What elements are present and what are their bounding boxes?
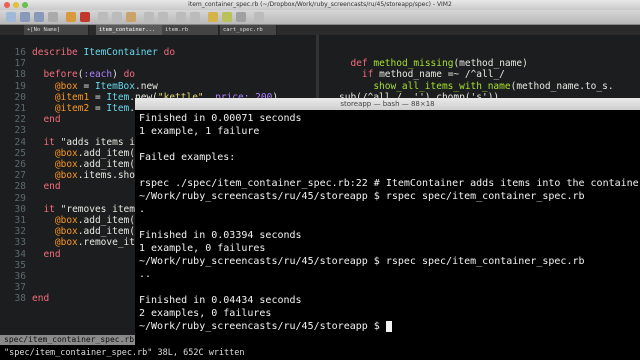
window-title: item_container_spec.rb (~/Dropbox/Work/r… xyxy=(188,1,452,8)
terminal-output[interactable]: Finished in 0.00071 seconds 1 example, 1 … xyxy=(139,112,640,346)
line-number: 23 xyxy=(14,125,26,137)
line-number: 36 xyxy=(14,271,26,282)
code-line[interactable]: @box.items.shou xyxy=(32,170,141,181)
code-line[interactable]: it "removes item xyxy=(32,204,135,215)
help-icon[interactable] xyxy=(254,12,264,22)
terminal-line: ~/Work/ruby_screencasts/ru/45/storeapp $… xyxy=(139,191,585,202)
code-line[interactable]: before(:each) do xyxy=(32,69,135,80)
line-number: 34 xyxy=(14,248,26,260)
code-line[interactable]: @box.add_item(@ xyxy=(32,148,141,159)
line-number: 19 xyxy=(14,80,26,92)
code-line[interactable]: end xyxy=(32,293,49,304)
terminal-line: Failed examples: xyxy=(139,152,236,163)
line-number: 31 xyxy=(14,215,26,226)
find-icon[interactable] xyxy=(144,12,154,22)
code-line[interactable]: end xyxy=(32,249,60,260)
terminal-line: . xyxy=(139,204,146,215)
copy-icon[interactable] xyxy=(112,12,122,22)
code-line[interactable]: @box = ItemBox.new xyxy=(32,81,158,92)
next-icon[interactable] xyxy=(190,12,200,22)
code-line[interactable]: end xyxy=(32,114,60,125)
line-number: 22 xyxy=(14,114,26,126)
line-number: 25 xyxy=(14,147,26,159)
code-line[interactable]: @box.remove_ite xyxy=(32,237,141,248)
terminal-line: Finished in 0.00071 seconds xyxy=(139,113,302,124)
line-number: 29 xyxy=(14,192,26,204)
save-icon[interactable] xyxy=(20,12,30,22)
line-number: 33 xyxy=(14,237,26,249)
line-number: 35 xyxy=(14,259,26,271)
print-icon[interactable] xyxy=(48,12,58,22)
code-line[interactable]: @box.add_item(@ xyxy=(32,226,141,237)
code-line[interactable]: @box.add_item(@ xyxy=(32,215,141,226)
find-replace-icon[interactable] xyxy=(158,12,168,22)
line-number: 38 xyxy=(14,293,26,305)
tab-cart-spec[interactable]: cart_spec.rb xyxy=(220,25,277,35)
line-number: 28 xyxy=(14,181,26,193)
terminal-line: rspec ./spec/item_container_spec.rb:22 #… xyxy=(139,178,640,189)
terminal-line: Finished in 0.04434 seconds xyxy=(139,295,302,306)
status-filename: spec/item_container_spec.rb xyxy=(0,335,139,345)
terminal-window[interactable]: storeapp — bash — 88×18 Finished in 0.00… xyxy=(135,98,640,346)
line-number: 24 xyxy=(14,136,26,148)
terminal-line: 1 example, 0 failures xyxy=(139,243,266,254)
vim-command-line[interactable]: "spec/item_container_spec.rb" 38L, 652C … xyxy=(0,346,640,360)
code-line[interactable]: end xyxy=(32,181,60,192)
terminal-line: ~/Work/ruby_screencasts/ru/45/storeapp $ xyxy=(139,320,634,333)
terminal-cursor xyxy=(385,320,392,332)
right-code-line[interactable]: if method_name =~ /^all_/ xyxy=(339,69,505,80)
line-number: 30 xyxy=(14,203,26,215)
line-number: 32 xyxy=(14,226,26,238)
paste-icon[interactable] xyxy=(126,12,136,22)
code-line[interactable]: describe ItemContainer do xyxy=(32,47,175,58)
terminal-line: Finished in 0.03394 seconds xyxy=(139,230,302,241)
prev-icon[interactable] xyxy=(176,12,186,22)
make-icon[interactable] xyxy=(222,12,232,22)
vim-toolbar xyxy=(0,10,640,25)
tab-item-rb[interactable]: item.rb xyxy=(162,25,219,35)
save-all-icon[interactable] xyxy=(34,12,44,22)
terminal-line: 1 example, 1 failure xyxy=(139,126,260,137)
right-code-line[interactable]: show_all_items_with_name(method_name.to_… xyxy=(339,81,613,92)
undo-icon[interactable] xyxy=(66,12,76,22)
line-number: 21 xyxy=(14,103,26,114)
line-number: 27 xyxy=(14,170,26,182)
code-line[interactable]: it "adds items in xyxy=(32,137,140,148)
load-session-icon[interactable] xyxy=(208,12,218,22)
open-file-icon[interactable] xyxy=(6,12,16,22)
line-number: 17 xyxy=(14,58,26,70)
code-line[interactable]: @item2 = Item.n xyxy=(32,103,141,114)
window-titlebar: item_container_spec.rb (~/Dropbox/Work/r… xyxy=(0,0,640,10)
terminal-title: storeapp — bash — 88×18 xyxy=(135,98,640,110)
terminal-line: .. xyxy=(139,269,152,280)
tab-item-container-spec[interactable]: item_container... xyxy=(96,25,165,35)
cut-icon[interactable] xyxy=(98,12,108,22)
terminal-line: 2 examples, 0 failures xyxy=(139,308,272,319)
redo-icon[interactable] xyxy=(80,12,90,22)
line-number: 37 xyxy=(14,282,26,294)
tab-bar: +[No Name] item_container... item.rb car… xyxy=(0,25,640,35)
run-icon[interactable] xyxy=(236,12,246,22)
right-code-line[interactable]: def method_missing(method_name) xyxy=(339,58,527,69)
line-number: 26 xyxy=(14,159,26,170)
code-line[interactable]: @box.add_item(@ xyxy=(32,159,141,170)
line-number: 16 xyxy=(14,47,26,58)
terminal-line: ~/Work/ruby_screencasts/ru/45/storeapp $… xyxy=(139,256,585,267)
tab-no-name[interactable]: +[No Name] xyxy=(24,25,89,35)
line-number: 20 xyxy=(14,91,26,103)
line-number: 18 xyxy=(14,69,26,81)
